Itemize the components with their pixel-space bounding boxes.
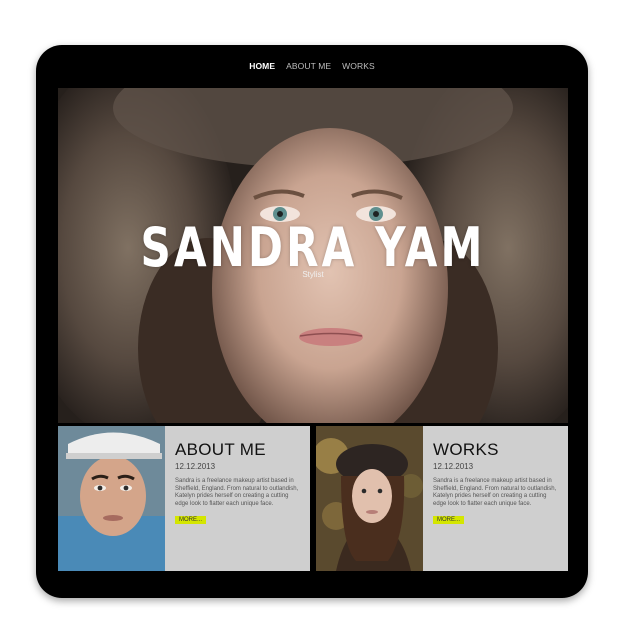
about-me-heading: ABOUT ME: [175, 440, 266, 459]
hero-banner: SANDRA YAM Stylist: [58, 88, 568, 423]
nav-about-link[interactable]: ABOUT ME: [286, 61, 331, 71]
nav-works-link[interactable]: WORKS: [342, 61, 375, 71]
about-me-card: ABOUT ME 12.12.2013 Sandra is a freelanc…: [58, 426, 310, 571]
works-content: WORKS 12.12.2013 Sandra is a freelance m…: [423, 426, 568, 571]
about-me-content: ABOUT ME 12.12.2013 Sandra is a freelanc…: [165, 426, 310, 571]
about-me-more-link[interactable]: MORE...: [175, 516, 207, 524]
about-me-photo: [58, 426, 165, 571]
browser-frame: HOME ABOUT ME WORKS SANDRA YAM Stylist A…: [36, 45, 588, 598]
hero-subtitle: Stylist: [302, 270, 324, 279]
works-photo: [316, 426, 423, 571]
works-heading: WORKS: [433, 440, 499, 459]
works-date: 12.12.2013: [433, 462, 474, 471]
works-more-link[interactable]: MORE...: [433, 516, 465, 524]
content-cards: ABOUT ME 12.12.2013 Sandra is a freelanc…: [58, 426, 568, 571]
works-card: WORKS 12.12.2013 Sandra is a freelance m…: [316, 426, 568, 571]
about-me-date: 12.12.2013: [175, 462, 216, 471]
works-text: Sandra is a freelance makeup artist base…: [433, 478, 557, 507]
top-navigation: HOME ABOUT ME WORKS: [36, 61, 588, 71]
about-me-text: Sandra is a freelance makeup artist base…: [175, 478, 299, 507]
nav-home-link[interactable]: HOME: [249, 61, 275, 71]
